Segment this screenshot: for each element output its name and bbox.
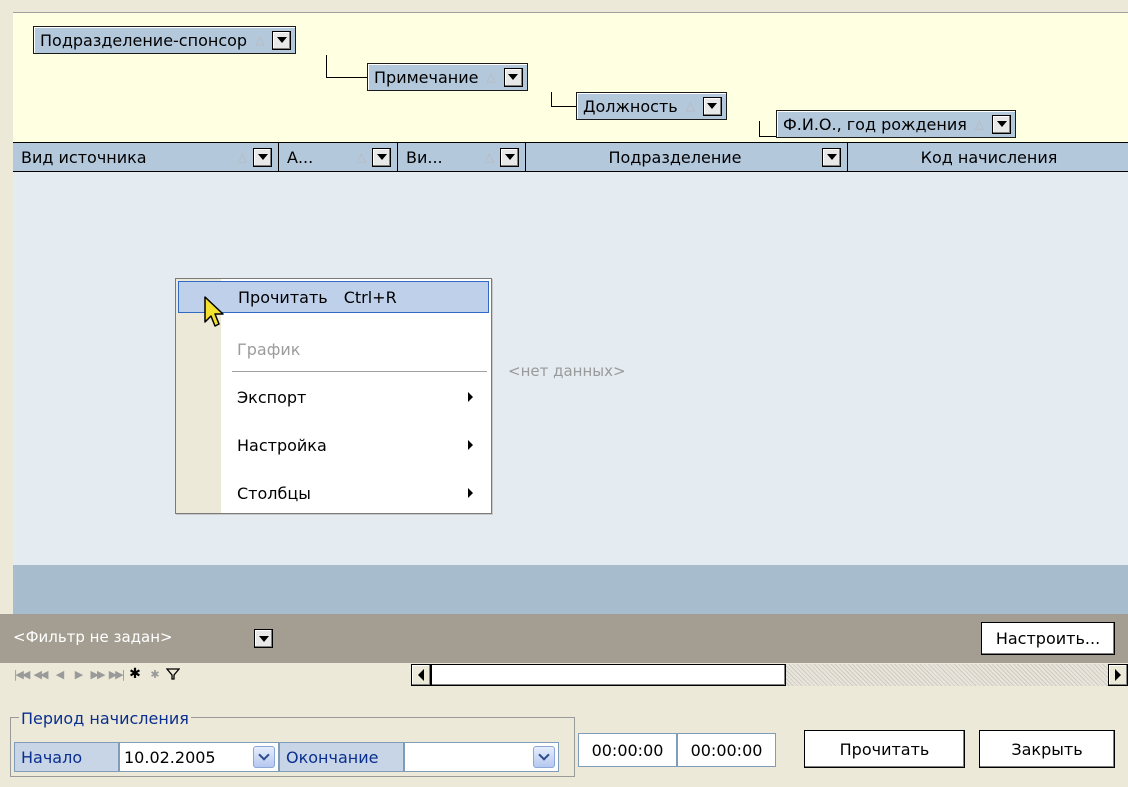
dropdown-arrow-icon[interactable] xyxy=(992,114,1012,134)
dropdown-arrow-icon[interactable] xyxy=(253,147,272,167)
menu-item-label: Экспорт xyxy=(237,387,307,407)
group-connector xyxy=(326,55,368,78)
close-button[interactable]: Закрыть xyxy=(979,730,1115,768)
group-chip-label: Ф.И.О., год рождения xyxy=(783,114,967,134)
end-time-field[interactable]: 00:00:00 xyxy=(677,733,776,767)
window: Подразделение-спонсор △ Примечание △ Дол… xyxy=(0,0,1128,787)
menu-item-chart[interactable]: График xyxy=(178,333,489,365)
submenu-arrow-icon xyxy=(468,488,473,498)
scroll-left-icon[interactable] xyxy=(411,664,431,686)
submenu-arrow-icon xyxy=(468,392,473,402)
dropdown-arrow-icon[interactable] xyxy=(272,30,292,50)
group-by-panel: Подразделение-спонсор △ Примечание △ Дол… xyxy=(13,12,1128,142)
menu-item-label: График xyxy=(237,339,301,359)
column-label: Код начисления xyxy=(920,147,1058,167)
group-chip-sponsor-department[interactable]: Подразделение-спонсор △ xyxy=(33,26,297,54)
column-a[interactable]: А... △ xyxy=(279,143,398,171)
group-chip-label: Должность xyxy=(583,96,678,116)
last-record-icon[interactable]: ▶▶| xyxy=(108,666,126,682)
filter-dropdown-icon[interactable] xyxy=(254,629,273,648)
submenu-arrow-icon xyxy=(468,440,473,450)
menu-separator xyxy=(232,371,487,372)
column-label: Ви... xyxy=(406,147,443,167)
group-connector xyxy=(551,92,577,107)
dropdown-arrow-icon[interactable] xyxy=(822,147,841,167)
start-time-field[interactable]: 00:00:00 xyxy=(578,733,677,767)
group-connector xyxy=(759,121,777,137)
sort-indicator-icon: △ xyxy=(484,150,494,164)
filter-bar: <Фильтр не задан> Настроить... xyxy=(0,614,1128,663)
dropdown-arrow-icon[interactable] xyxy=(372,147,391,167)
mouse-pointer-icon xyxy=(204,296,224,327)
sort-indicator-icon: △ xyxy=(974,117,985,131)
menu-item-settings[interactable]: Настройка xyxy=(178,429,489,461)
column-header-row: Вид источника △ А... △ Ви... △ Подраздел… xyxy=(13,142,1128,172)
column-source-type[interactable]: Вид источника △ xyxy=(13,143,279,171)
end-label: Окончание xyxy=(279,742,404,772)
configure-button[interactable]: Настроить... xyxy=(981,622,1115,655)
sort-indicator-icon: △ xyxy=(255,33,265,47)
record-navigator: |◀◀ ◀◀ ◀ ▶ ▶▶ ▶▶| ✱ ✱ xyxy=(13,663,1128,687)
insert-record-icon[interactable]: ✱ xyxy=(127,666,143,682)
scroll-right-icon[interactable] xyxy=(1108,664,1128,686)
start-label: Начало xyxy=(14,742,119,772)
menu-item-label: Столбцы xyxy=(237,483,311,503)
delete-record-icon[interactable]: ✱ xyxy=(146,666,162,682)
sort-indicator-icon: △ xyxy=(237,150,247,164)
menu-item-shortcut: Ctrl+R xyxy=(343,287,397,307)
menu-item-label: Прочитать xyxy=(238,287,328,307)
column-label: Вид источника xyxy=(21,147,147,167)
read-button[interactable]: Прочитать xyxy=(804,730,965,768)
no-data-text: <нет данных> xyxy=(508,362,626,380)
horizontal-scrollbar[interactable] xyxy=(411,664,1128,686)
scrollbar-thumb[interactable] xyxy=(431,664,786,686)
period-legend: Период начисления xyxy=(19,709,191,728)
start-date-combo[interactable]: 10.02.2005 xyxy=(119,742,279,772)
group-chip-full-name[interactable]: Ф.И.О., год рождения △ xyxy=(776,110,1017,138)
group-chip-position[interactable]: Должность △ xyxy=(576,92,727,120)
chevron-down-icon[interactable] xyxy=(253,746,275,768)
chevron-down-icon[interactable] xyxy=(533,746,555,768)
group-footer-band xyxy=(13,565,1128,614)
dropdown-arrow-icon[interactable] xyxy=(702,96,722,116)
start-date-value: 10.02.2005 xyxy=(124,747,216,767)
group-chip-note[interactable]: Примечание △ xyxy=(367,63,528,91)
prev-page-icon[interactable]: ◀◀ xyxy=(32,666,49,682)
bottom-bar: Период начисления Начало 10.02.2005 Окон… xyxy=(0,687,1128,787)
sort-indicator-icon: △ xyxy=(486,70,496,84)
menu-item-label: Настройка xyxy=(237,435,327,455)
filter-status-text: <Фильтр не задан> xyxy=(13,628,173,646)
next-page-icon[interactable]: ▶▶ xyxy=(89,666,106,682)
menu-item-columns[interactable]: Столбцы xyxy=(178,477,489,509)
column-label: Подразделение xyxy=(608,147,742,167)
sort-indicator-icon: △ xyxy=(356,150,366,164)
column-accrual-code[interactable]: Код начисления xyxy=(848,143,1128,171)
menu-item-export[interactable]: Экспорт xyxy=(178,381,489,413)
prev-record-icon[interactable]: ◀ xyxy=(51,666,67,682)
navigator-buttons: |◀◀ ◀◀ ◀ ▶ ▶▶ ▶▶| ✱ ✱ xyxy=(13,666,181,682)
column-department[interactable]: Подразделение xyxy=(526,143,848,171)
first-record-icon[interactable]: |◀◀ xyxy=(13,666,31,682)
next-record-icon[interactable]: ▶ xyxy=(70,666,86,682)
sort-indicator-icon: △ xyxy=(685,99,695,113)
dropdown-arrow-icon[interactable] xyxy=(503,67,523,87)
column-vi[interactable]: Ви... △ xyxy=(398,143,526,171)
group-chip-label: Примечание xyxy=(374,67,479,87)
column-label: А... xyxy=(287,147,314,167)
group-chip-label: Подразделение-спонсор xyxy=(40,30,248,50)
end-date-combo[interactable] xyxy=(404,742,559,772)
filter-icon[interactable] xyxy=(165,666,181,682)
dropdown-arrow-icon[interactable] xyxy=(500,147,519,167)
